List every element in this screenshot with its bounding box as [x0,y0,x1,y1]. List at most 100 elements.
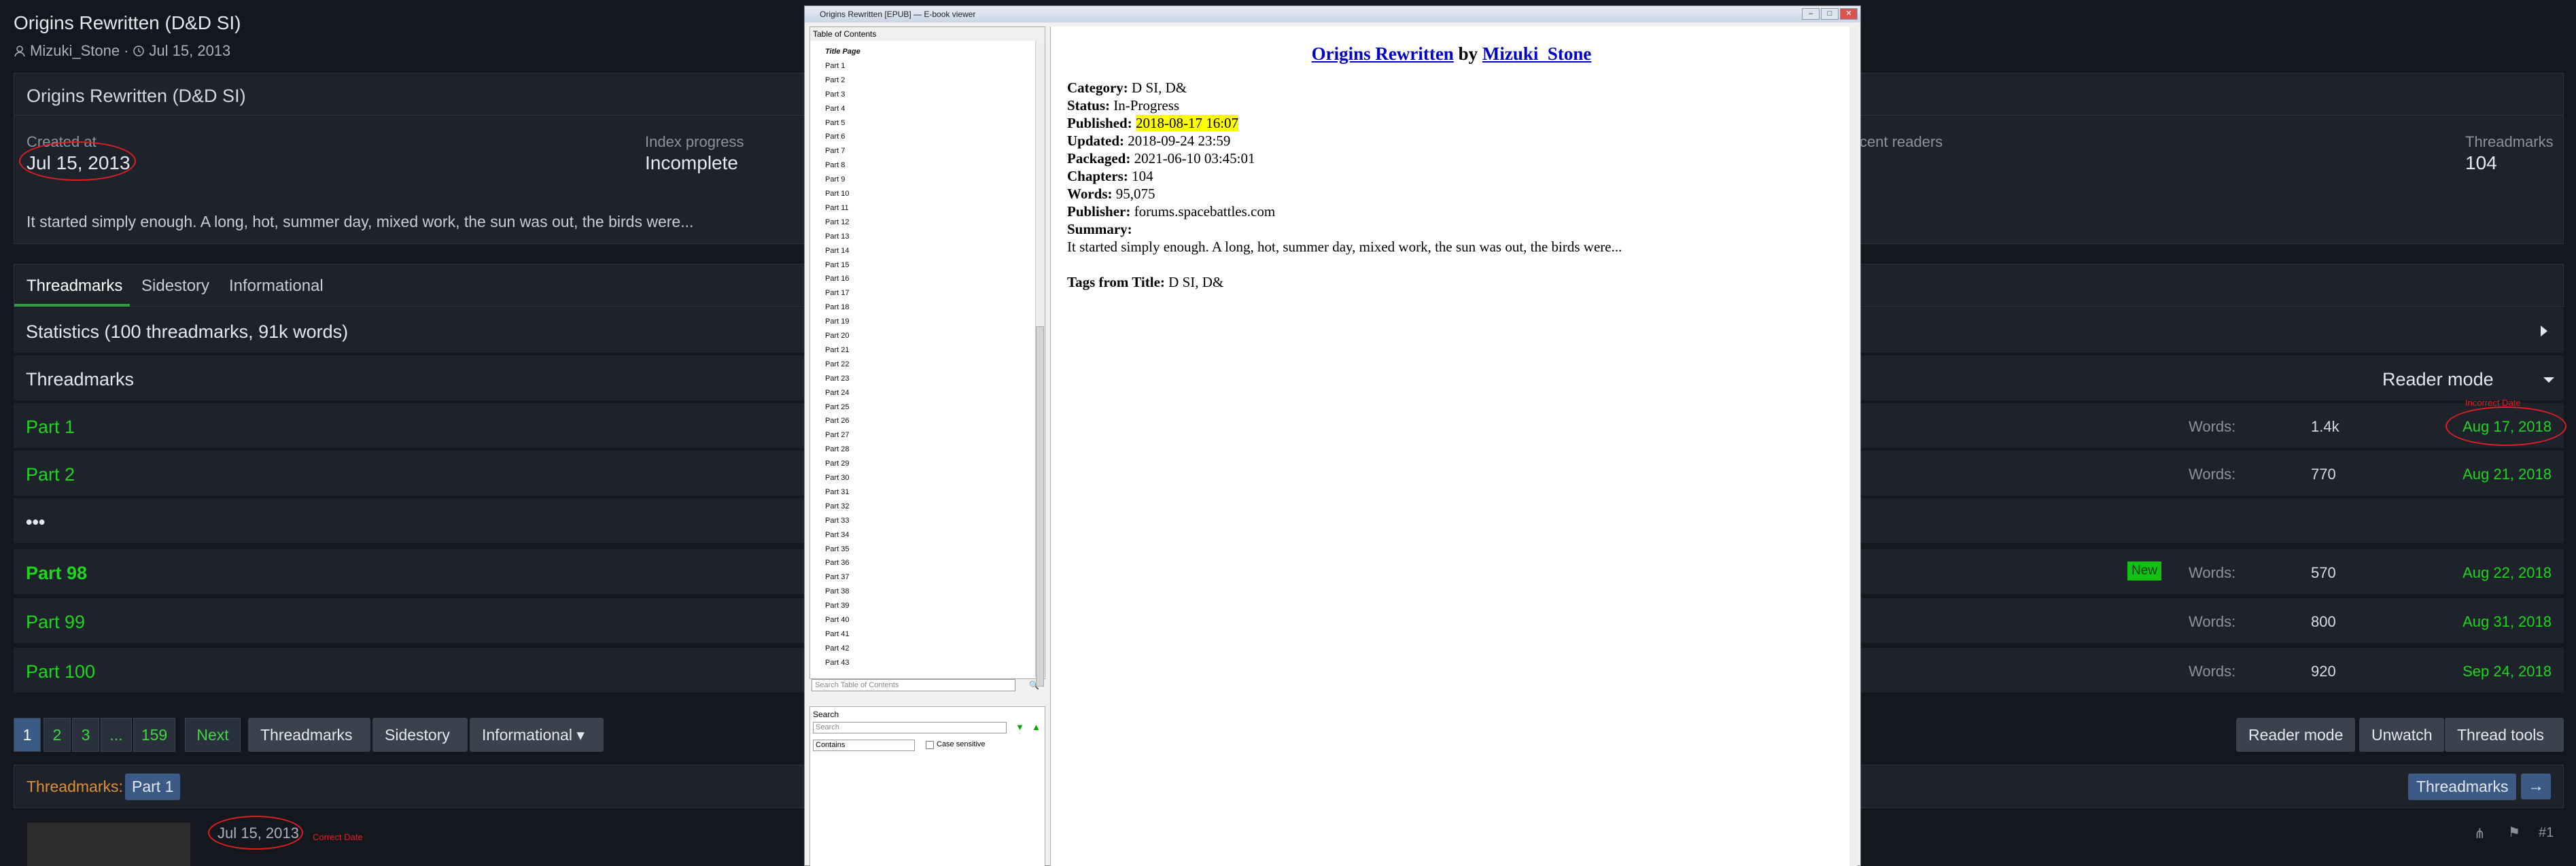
toc-item-part[interactable]: Part 35 [825,545,849,553]
toc-item-part[interactable]: Part 39 [825,602,849,610]
toc-item-part[interactable]: Part 42 [825,644,849,653]
maximize-icon[interactable]: □ [1821,8,1839,20]
toc-item-part[interactable]: Part 22 [825,360,849,368]
search-mode-select[interactable]: Contains [813,740,915,751]
chevron-down-icon[interactable] [2542,376,2556,384]
next-button[interactable]: Next [185,718,241,752]
reader-scrollbar[interactable] [1849,27,1858,866]
toc-item-part[interactable]: Part 20 [825,332,849,340]
toc-scroll-thumb[interactable] [1036,326,1044,687]
tab-informational[interactable]: Informational [229,277,324,296]
toc-item-part[interactable]: Part 14 [825,247,849,255]
toc-search-input[interactable]: Search Table of Contents [812,679,1015,691]
threadmark-title[interactable]: Part 99 [26,612,85,633]
author-link[interactable]: Mizuki_Stone [30,42,120,60]
toc-item-part[interactable]: Part 4 [825,105,845,113]
toc-item-part[interactable]: Part 10 [825,190,849,198]
arrow-right-icon[interactable]: → [2521,774,2551,799]
close-icon[interactable]: ✕ [1840,8,1858,20]
unwatch-button[interactable]: Unwatch [2359,718,2445,752]
threadmark-date[interactable]: Aug 31, 2018 [2462,613,2552,631]
search-input[interactable]: Search [813,722,1007,733]
thread-date[interactable]: Jul 15, 2013 [149,42,230,60]
toc-item-part[interactable]: Part 43 [825,659,849,667]
toc-item-part[interactable]: Part 17 [825,289,849,297]
reader-mode-dropdown[interactable]: Reader mode [2382,369,2494,390]
toc-item-part[interactable]: Part 32 [825,502,849,510]
status-line: Status: In-Progress [1067,97,1180,114]
toc-item-part[interactable]: Part 5 [825,119,845,127]
toc-item-part[interactable]: Part 18 [825,303,849,311]
tab-threadmarks[interactable]: Threadmarks [27,277,122,296]
toc-item-part[interactable]: Part 26 [825,417,849,425]
toc-item-part[interactable]: Part 28 [825,445,849,453]
toc-item-part[interactable]: Part 15 [825,261,849,269]
current-part-button[interactable]: Part 1 [125,774,181,800]
recent-readers-label[interactable]: cent readers [1860,133,1943,151]
toc-item-part[interactable]: Part 24 [825,389,849,397]
toc-item-part[interactable]: Part 21 [825,346,849,354]
toc-item-part[interactable]: Part 19 [825,317,849,326]
post-avatar[interactable] [27,822,190,866]
reader-mode-button[interactable]: Reader mode [2236,718,2356,752]
toc-item-title-page[interactable]: Title Page [825,48,860,56]
page-2[interactable]: 2 [43,718,71,752]
threadmark-title[interactable]: Part 98 [26,563,87,584]
toc-item-part[interactable]: Part 41 [825,630,849,638]
search-icon[interactable]: 🔍 [1029,680,1039,690]
toc-item-part[interactable]: Part 34 [825,531,849,539]
case-sensitive-checkbox[interactable] [926,741,934,749]
bookmark-icon[interactable]: ⚑ [2508,824,2520,841]
threadmark-title[interactable]: Part 2 [26,464,75,485]
thread-tools-button[interactable]: Thread tools ▾ [2445,718,2564,778]
threadmark-date[interactable]: Sep 24, 2018 [2462,663,2552,680]
post-number[interactable]: #1 [2539,825,2554,841]
sidestory-menu-button[interactable]: Sidestory ▾ [372,718,468,778]
toc-item-part[interactable]: Part 30 [825,474,849,482]
threadmark-title[interactable]: Part 100 [26,661,95,682]
toc-item-part[interactable]: Part 23 [825,375,849,383]
threadmarks-nav-button[interactable]: Threadmarks [2408,774,2517,800]
informational-menu-button[interactable]: Informational ▾ [470,718,604,752]
toc-item-part[interactable]: Part 12 [825,218,849,226]
toc-item-part[interactable]: Part 9 [825,175,845,184]
book-title-link[interactable]: Origins Rewritten [1312,44,1454,64]
toc-item-part[interactable]: Part 8 [825,161,845,169]
page-159[interactable]: 159 [133,718,175,752]
toc-item-part[interactable]: Part 37 [825,573,849,581]
toc-item-part[interactable]: Part 36 [825,559,849,567]
toc-item-part[interactable]: Part 40 [825,616,849,624]
toc-item-part[interactable]: Part 3 [825,90,845,99]
case-sensitive-label: Case sensitive [937,740,986,748]
toc-item-part[interactable]: Part 33 [825,517,849,525]
page-ellipsis[interactable]: ... [101,718,132,752]
toc-item-part[interactable]: Part 13 [825,232,849,241]
page-3[interactable]: 3 [72,718,99,752]
toc-item-part[interactable]: Part 16 [825,275,849,283]
toc-item-part[interactable]: Part 6 [825,133,845,141]
minimize-icon[interactable]: – [1802,8,1820,20]
threadmarks-menu-button[interactable]: Threadmarks ▾ [248,718,370,778]
search-down-icon[interactable]: ▼ [1015,722,1024,732]
toc-item-part[interactable]: Part 27 [825,431,849,439]
toc-scrollbar[interactable] [1035,41,1045,687]
threadmark-title[interactable]: Part 1 [26,417,75,438]
toc-item-part[interactable]: Part 7 [825,147,845,155]
chapters-line: Chapters: 104 [1067,168,1153,184]
toc-item-part[interactable]: Part 31 [825,488,849,496]
search-up-icon[interactable]: ▲ [1032,722,1041,732]
share-icon[interactable]: ⋔ [2474,825,2486,842]
toc-item-part[interactable]: Part 11 [825,204,849,212]
tab-sidestory[interactable]: Sidestory [141,277,209,296]
toc-item-part[interactable]: Part 1 [825,62,845,70]
page-1[interactable]: 1 [14,718,41,752]
book-author-link[interactable]: Mizuki_Stone [1482,44,1592,64]
ellipsis[interactable]: ••• [26,512,45,533]
toc-item-part[interactable]: Part 29 [825,460,849,468]
toc-item-part[interactable]: Part 25 [825,403,849,411]
toc-item-part[interactable]: Part 38 [825,587,849,595]
threadmark-date[interactable]: Aug 22, 2018 [2462,564,2552,582]
toc-item-part[interactable]: Part 2 [825,76,845,84]
threadmark-date[interactable]: Aug 21, 2018 [2462,466,2552,483]
thread-meta: Mizuki_Stone · Jul 15, 2013 [14,42,230,60]
